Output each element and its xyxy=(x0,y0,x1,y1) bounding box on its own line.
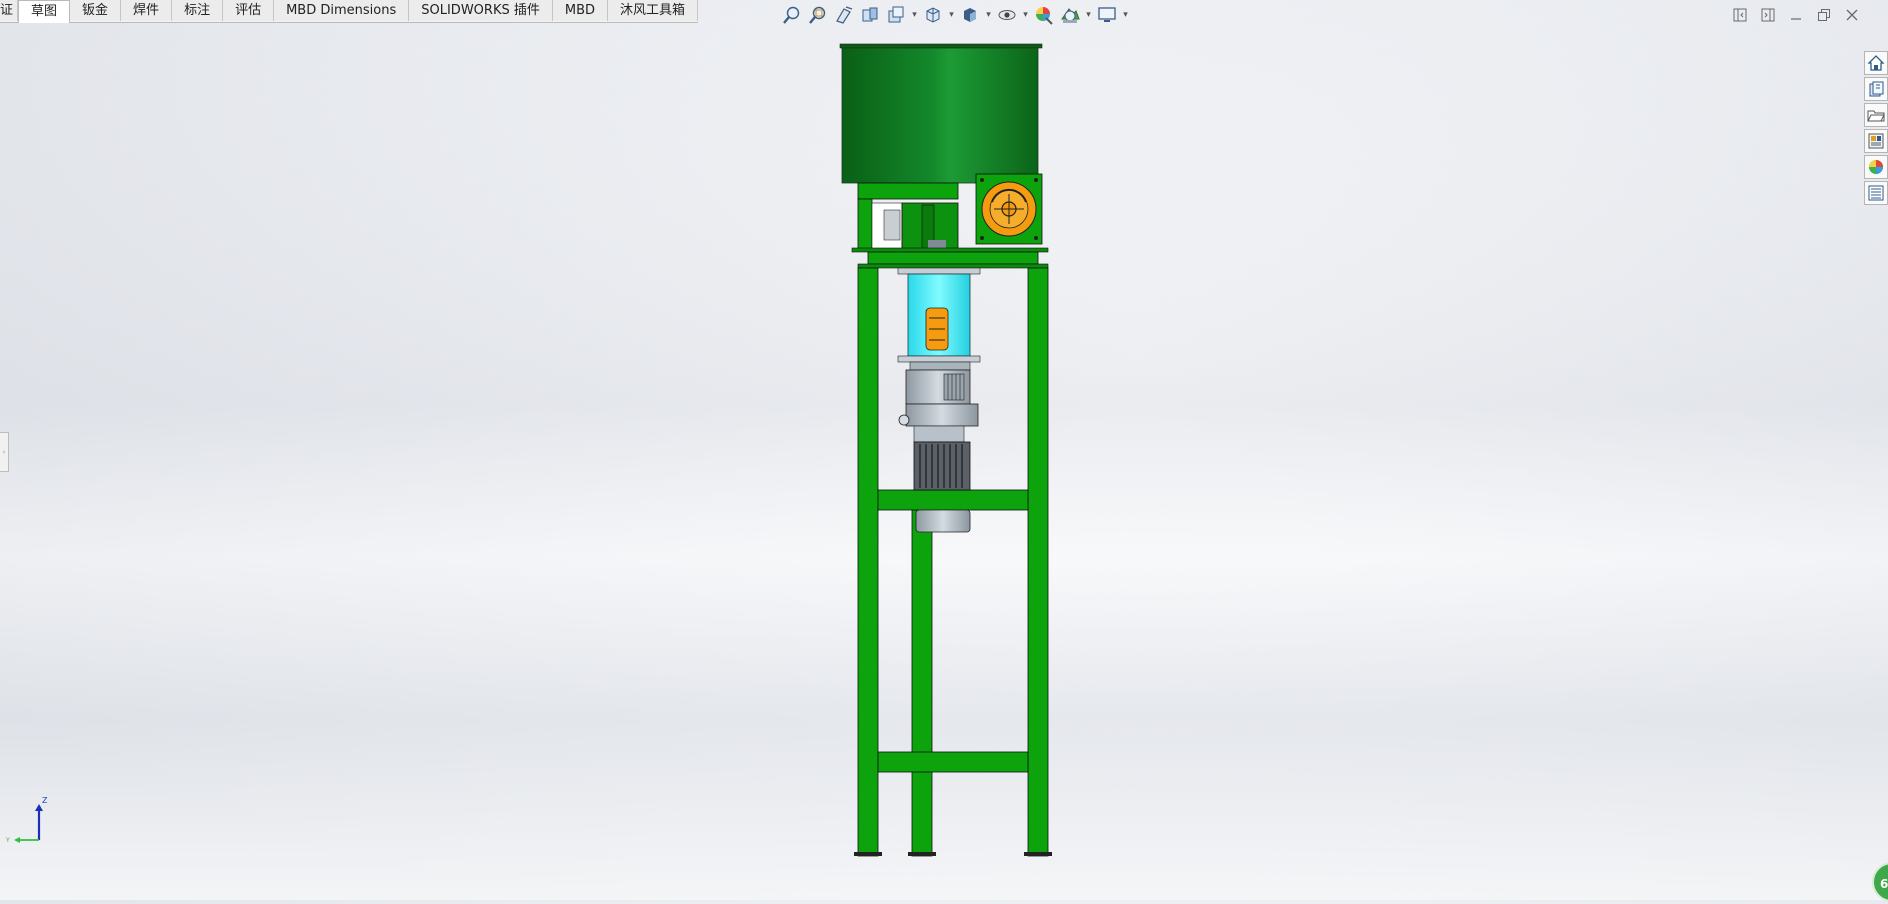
edit-appearance-icon[interactable] xyxy=(1032,4,1056,26)
chevron-down-icon[interactable]: ▾ xyxy=(1021,4,1030,26)
tab-mbd[interactable]: MBD xyxy=(552,0,609,21)
view-palette-icon[interactable] xyxy=(1864,129,1888,153)
dynamic-annotation-icon[interactable] xyxy=(884,4,908,26)
view-orientation-icon[interactable] xyxy=(921,4,945,26)
tab-sketch[interactable]: 草图 xyxy=(18,0,71,23)
zoom-to-fit-icon[interactable] xyxy=(780,4,804,26)
solidworks-resources-icon[interactable] xyxy=(1864,51,1888,75)
upper-frame xyxy=(857,182,959,250)
tile-right-icon[interactable] xyxy=(1758,6,1778,24)
chevron-down-icon[interactable]: ▾ xyxy=(1084,4,1093,26)
reference-triad: Z Y xyxy=(6,796,48,844)
chevron-down-icon[interactable]: ▾ xyxy=(1121,4,1130,26)
previous-view-icon[interactable] xyxy=(832,4,856,26)
tab-markup[interactable]: 标注 xyxy=(172,0,224,21)
minimize-icon[interactable] xyxy=(1786,6,1806,24)
chevron-down-icon[interactable]: ▾ xyxy=(984,4,993,26)
view-settings-icon[interactable] xyxy=(1095,4,1119,26)
feature-manager-collapse-handle[interactable]: ◦ xyxy=(0,432,9,472)
apply-scene-icon[interactable] xyxy=(1058,4,1082,26)
restore-icon[interactable] xyxy=(1814,6,1834,24)
design-library-icon[interactable] xyxy=(1864,77,1888,101)
zoom-to-area-icon[interactable] xyxy=(806,4,830,26)
triad-y-label: Y xyxy=(6,837,10,844)
task-pane xyxy=(1864,51,1888,205)
hide-show-items-icon[interactable] xyxy=(995,4,1019,26)
tab-mufeng-toolbox[interactable]: 沐风工具箱 xyxy=(608,0,699,21)
hopper xyxy=(839,43,1043,184)
tab-evaluate[interactable]: 评估 xyxy=(223,0,275,21)
platform xyxy=(851,247,1049,269)
file-explorer-icon[interactable] xyxy=(1864,103,1888,127)
command-manager-tabs: 证 草图 钣金 焊件 标注 评估 MBD Dimensions SOLIDWOR… xyxy=(0,0,699,23)
custom-properties-icon[interactable] xyxy=(1864,181,1888,205)
appearances-icon[interactable] xyxy=(1864,155,1888,179)
window-controls xyxy=(1730,6,1862,24)
tab-mbd-dimensions[interactable]: MBD Dimensions xyxy=(274,0,410,21)
section-view-icon[interactable] xyxy=(858,4,882,26)
chevron-down-icon[interactable]: ▾ xyxy=(947,4,956,26)
tab-solidworks-addins[interactable]: SOLIDWORKS 插件 xyxy=(409,0,553,21)
heads-up-view-toolbar: ▾ ▾ ▾ ▾ ▾ ▾ xyxy=(780,4,1130,26)
cylinder-housing xyxy=(897,267,981,363)
drive-unit xyxy=(975,173,1043,245)
model-assembly[interactable] xyxy=(832,40,1064,860)
display-style-icon[interactable] xyxy=(958,4,982,26)
close-icon[interactable] xyxy=(1842,6,1862,24)
triad-z-label: Z xyxy=(42,796,48,805)
tab-weldments[interactable]: 焊件 xyxy=(121,0,173,21)
chevron-down-icon[interactable]: ▾ xyxy=(910,4,919,26)
tab-sheet-metal[interactable]: 钣金 xyxy=(70,0,122,21)
tab-features[interactable]: 证 xyxy=(0,0,19,21)
tile-left-icon[interactable] xyxy=(1730,6,1750,24)
